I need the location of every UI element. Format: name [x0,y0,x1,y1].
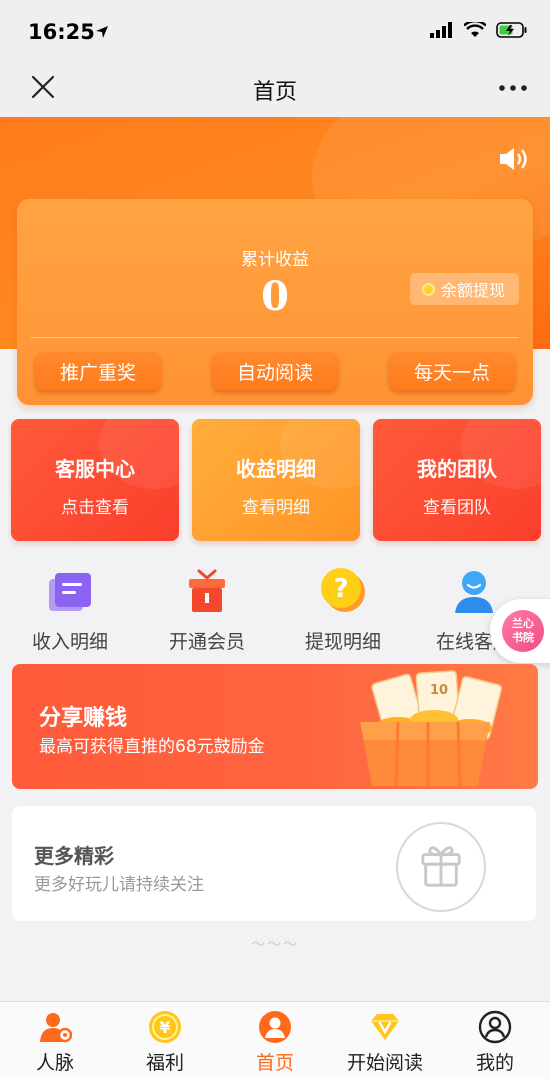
location-arrow-icon [96,26,108,38]
open-membership-label: 开通会员 [168,631,245,653]
speaker-icon[interactable] [498,145,530,173]
gift-icon [396,822,486,912]
feature-subtitle: 查看团队 [423,498,491,518]
wifi-icon [464,22,486,37]
earnings-card: 累计收益 0 余额提现 推广重奖 自动阅读 每天一点 [17,199,533,405]
tab-welfare[interactable]: ¥ 福利 [110,1002,220,1079]
withdraw-detail-item[interactable]: ? 提现明细 [278,561,408,654]
tab-label: 开始阅读 [346,1052,423,1074]
withdraw-button[interactable]: 余额提现 [409,273,519,305]
more-icon[interactable] [498,76,528,100]
document-icon [49,573,91,611]
svg-text:?: ? [333,574,348,604]
tab-bar: 人脉 ¥ 福利 首页 开始阅读 我的 [0,1001,550,1079]
end-of-list-mark: ～～～ [251,937,299,953]
feature-subtitle: 查看明细 [242,498,310,518]
badge-line-2: 书院 [512,631,534,644]
profile-icon [478,1010,512,1044]
feature-cards: 客服中心 点击查看 收益明细 查看明细 我的团队 查看团队 [11,419,541,541]
tab-label: 福利 [145,1052,184,1074]
ticket-label: 10 [430,683,448,698]
red-envelope-coins-icon: 10 [360,670,503,787]
status-indicators [430,22,528,38]
tab-mine[interactable]: 我的 [440,1002,550,1079]
customer-service-card[interactable]: 客服中心 点击查看 [11,419,179,541]
home-icon [259,1011,291,1043]
share-subtitle: 最高可获得直推的68元鼓励金 [39,737,265,757]
tab-label: 我的 [475,1052,514,1074]
promote-reward-button[interactable]: 推广重奖 [35,352,161,390]
diamond-icon [371,1014,399,1040]
status-time: 16:25 [28,20,95,44]
auto-read-button[interactable]: 自动阅读 [212,352,338,390]
svg-text:¥: ¥ [159,1018,170,1037]
feature-title: 我的团队 [417,457,497,481]
feature-title: 客服中心 [55,457,135,481]
open-membership-item[interactable]: 开通会员 [142,561,272,654]
coin-icon [421,282,435,296]
tab-contacts[interactable]: 人脉 [0,1002,110,1079]
person-icon [455,571,493,613]
nav-bar: 首页 [0,60,550,117]
tab-home[interactable]: 首页 [220,1002,330,1079]
question-icon: ? [321,568,365,612]
coin-icon: ¥ [149,1011,181,1043]
signal-icon [430,22,452,38]
more-subtitle: 更多好玩儿请持续关注 [34,875,204,895]
share-title: 分享赚钱 [39,706,128,731]
tab-label: 首页 [255,1052,294,1074]
earnings-actions: 推广重奖 自动阅读 每天一点 [35,352,515,390]
battery-icon [496,22,527,38]
feature-title: 收益明细 [236,457,316,481]
income-detail-item[interactable]: 收入明细 [5,561,135,654]
more-title: 更多精彩 [34,844,114,868]
my-team-card[interactable]: 我的团队 查看团队 [373,419,541,541]
income-detail-label: 收入明细 [31,631,108,653]
status-bar: 16:25 [0,0,550,60]
gift-box-icon [189,569,225,612]
feature-subtitle: 点击查看 [61,498,129,518]
earnings-label: 累计收益 [241,250,309,270]
divider [31,337,519,338]
withdraw-detail-label: 提现明细 [304,631,381,653]
tab-start-reading[interactable]: 开始阅读 [330,1002,440,1079]
withdraw-label: 余额提现 [440,281,505,300]
icon-grid: 收入明细 开通会员 ? 提现明细 在线客服 [0,561,550,654]
page-title: 首页 [252,80,297,105]
daily-click-button[interactable]: 每天一点 [389,352,515,390]
people-icon [40,1013,73,1043]
share-earn-banner[interactable]: 分享赚钱 最高可获得直推的68元鼓励金 10 [12,664,538,789]
more-content-card[interactable]: 更多精彩 更多好玩儿请持续关注 [12,806,536,921]
tab-label: 人脉 [35,1052,74,1074]
badge-line-1: 兰心 [512,617,534,630]
book-badge-icon: 兰心 书院 [502,610,544,652]
earnings-detail-card[interactable]: 收益明细 查看明细 [192,419,360,541]
floating-book-badge[interactable]: 兰心 书院 [490,599,550,663]
